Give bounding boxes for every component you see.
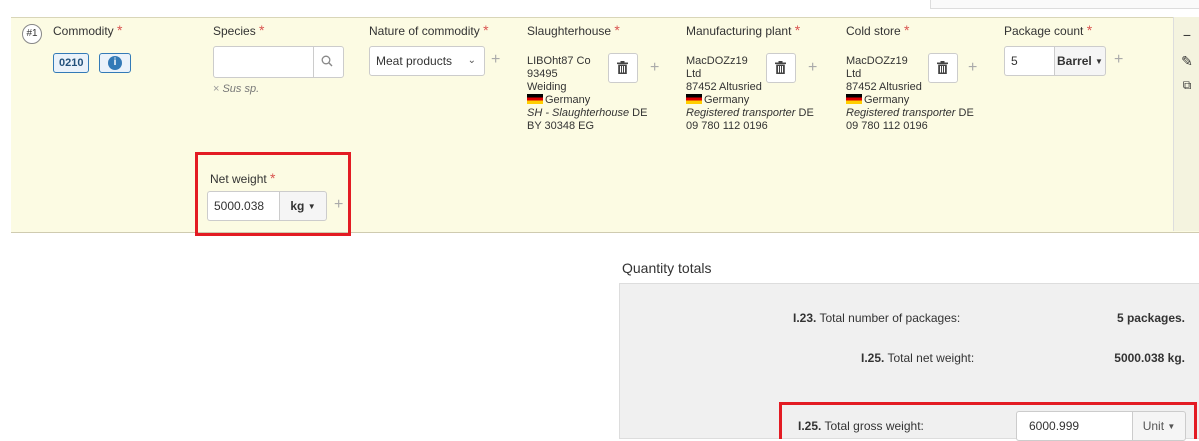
header-slaughterhouse-label: Slaughterhouse [527,24,612,38]
search-icon[interactable] [321,55,333,67]
required-marker: * [794,22,801,38]
nature-of-commodity-select[interactable]: Meat products ⌄ [369,46,485,76]
field-code: I.23. [793,311,817,325]
germany-flag-icon [527,94,543,104]
copy-icon[interactable]: ⧉ [1177,75,1197,95]
manufacturing-plant-city: 87452 Altusried [686,81,762,93]
highlight-net-weight [195,152,351,236]
field-label: Total net weight: [887,351,975,365]
delete-cold-store-button[interactable] [928,53,958,83]
package-unit-label: Barrel [1057,54,1092,68]
row-number-badge: #1 [22,24,42,44]
delete-slaughterhouse-button[interactable] [608,53,638,83]
add-cold-store-icon[interactable]: + [968,60,977,76]
header-cold-store: Cold store * [846,22,910,38]
slaughterhouse-approval-number: BY 30348 EG [527,120,595,132]
info-icon: i [108,56,122,70]
field-label: Total number of packages: [819,311,961,325]
cold-store-type: Registered transporter [846,107,956,119]
required-marker: * [904,22,910,38]
info-button[interactable]: i [99,53,131,73]
header-slaughterhouse: Slaughterhouse * [527,22,620,38]
trash-icon [937,61,948,74]
total-packages-label: I.23. Total number of packages: [793,311,960,325]
country-label: Germany [864,94,910,106]
approval-country: DE [795,107,814,119]
row-actions: − ✎ ⧉ [1173,17,1199,231]
required-marker: * [614,22,620,38]
species-search-input[interactable] [214,47,314,77]
approval-country: DE [955,107,974,119]
quantity-totals-title: Quantity totals [622,260,712,276]
required-marker: * [117,22,123,38]
required-marker: * [259,22,265,38]
manufacturing-plant-country: Germany [686,94,814,107]
top-strip [930,0,1199,9]
header-nature-label: Nature of commodity [369,24,480,38]
species-tag-label: Sus sp. [222,83,260,95]
total-net-weight-value: 5000.038 kg. [1114,351,1185,365]
delete-manufacturing-plant-button[interactable] [766,53,796,83]
header-package-count: Package count * [1004,22,1092,38]
package-unit-dropdown[interactable]: Barrel ▼ [1054,46,1106,76]
header-commodity-label: Commodity [53,24,114,38]
header-cold-store-label: Cold store [846,24,901,38]
species-search-group [213,46,344,78]
header-package-count-label: Package count [1004,24,1084,38]
total-packages-value: 5 packages. [1116,311,1185,325]
total-net-weight-label: I.25. Total net weight: [861,351,974,365]
slaughterhouse-country: Germany [527,94,647,107]
field-code: I.25. [861,351,885,365]
header-manufacturing-label: Manufacturing plant [686,24,792,38]
germany-flag-icon [686,94,702,104]
manufacturing-plant-approval-number: 09 780 112 0196 [686,120,768,132]
manufacturing-plant-type: Registered transporter [686,107,796,119]
edit-pencil-icon[interactable]: ✎ [1177,51,1197,71]
add-nature-icon[interactable]: + [491,52,500,68]
header-species: Species * [213,22,265,38]
cold-store-country: Germany [846,94,974,107]
header-manufacturing: Manufacturing plant * [686,22,800,38]
remove-species-icon[interactable]: × [213,83,219,95]
required-marker: * [1086,22,1093,38]
trash-icon [617,61,628,74]
nature-selected-value: Meat products [376,54,453,68]
required-marker: * [483,22,489,38]
header-commodity: Commodity * [53,22,122,38]
collapse-icon[interactable]: − [1177,25,1197,45]
add-package-icon[interactable]: + [1114,52,1123,68]
add-manufacturing-plant-icon[interactable]: + [808,60,817,76]
caret-down-icon: ▼ [1095,57,1103,66]
add-slaughterhouse-icon[interactable]: + [650,60,659,76]
chevron-down-icon: ⌄ [467,55,476,66]
approval-country: DE [629,107,648,119]
highlight-gross-weight [779,402,1197,439]
commodity-code-badge[interactable]: 0210 [53,53,90,73]
header-nature: Nature of commodity * [369,22,489,38]
country-label: Germany [545,94,591,106]
species-tag: × Sus sp. [213,83,259,95]
trash-icon [775,61,786,74]
slaughterhouse-type: SH - Slaughterhouse [527,107,630,119]
package-count-input[interactable]: 5 [1004,46,1054,76]
germany-flag-icon [846,94,862,104]
cold-store-approval-number: 09 780 112 0196 [846,120,928,132]
header-species-label: Species [213,24,256,38]
country-label: Germany [704,94,750,106]
